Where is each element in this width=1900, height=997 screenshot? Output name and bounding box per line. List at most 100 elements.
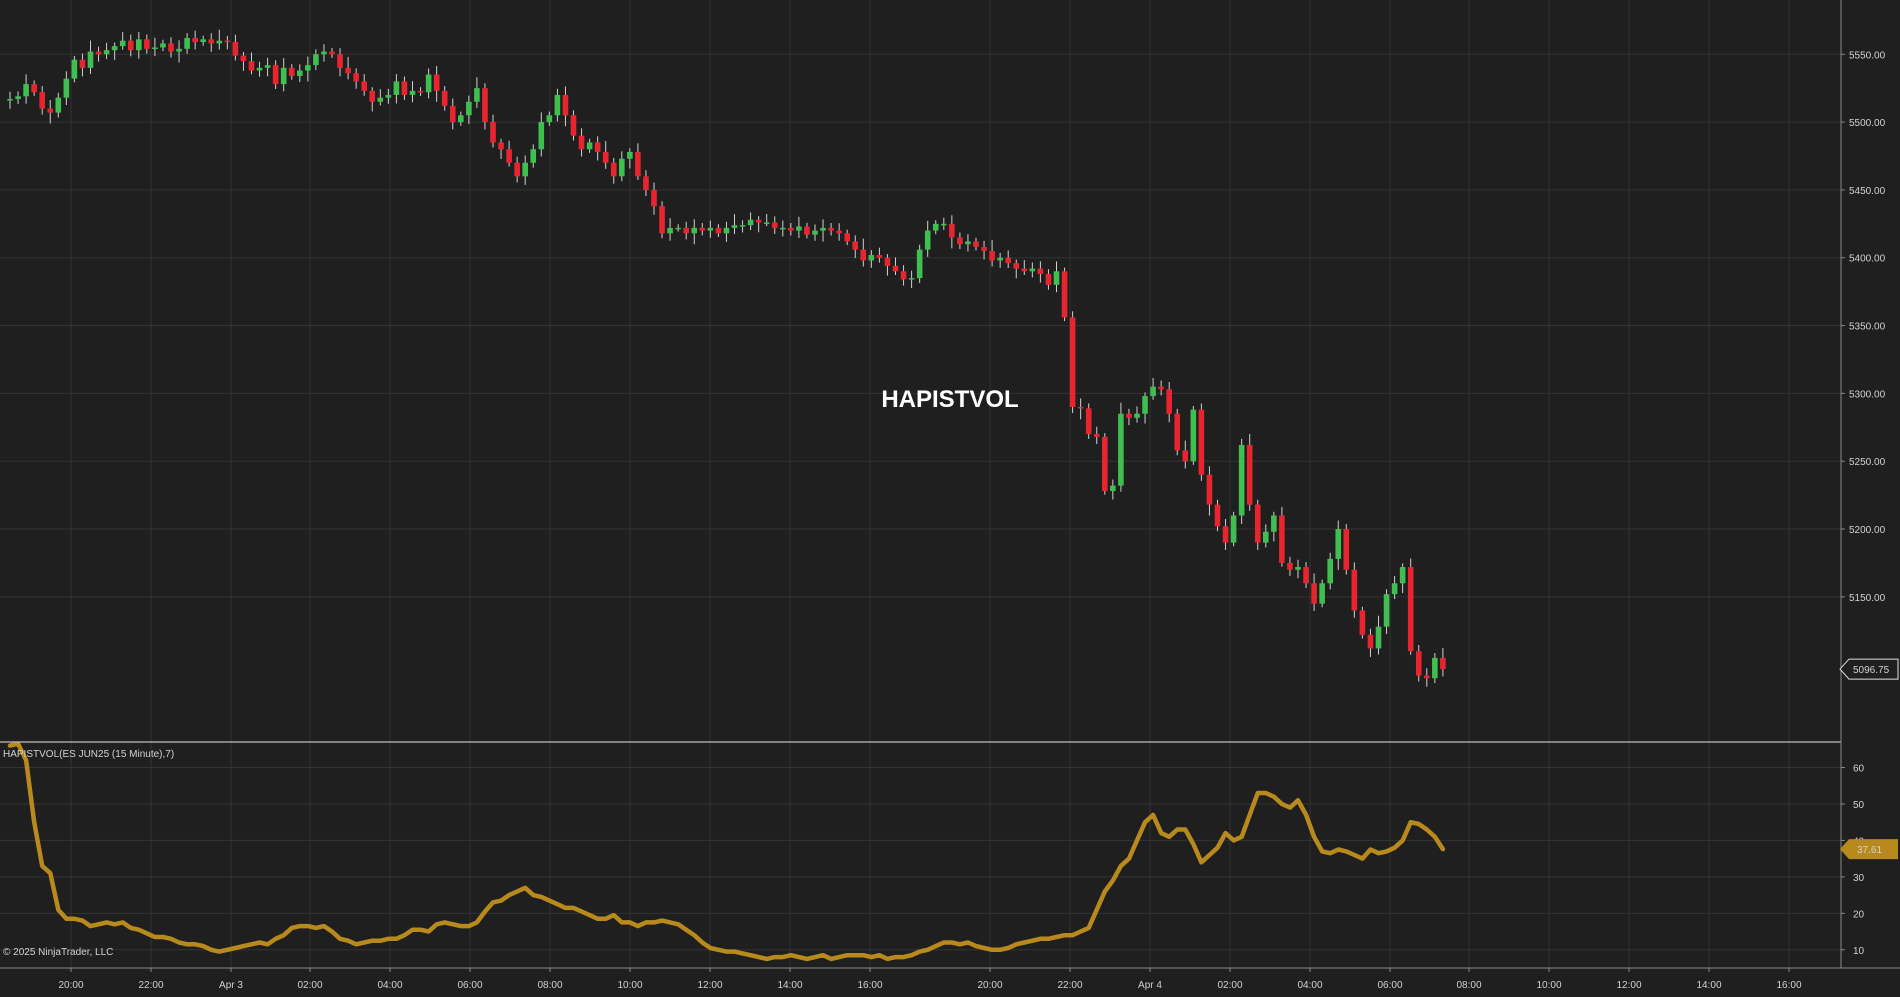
candle-body-up: [924, 230, 931, 250]
candle: [715, 224, 722, 237]
candle: [1415, 645, 1422, 682]
candle: [1174, 408, 1181, 456]
candle-body-down: [514, 162, 520, 177]
candle: [490, 114, 496, 148]
candle-body-down: [1279, 515, 1285, 563]
candle: [7, 91, 13, 109]
candle: [707, 220, 714, 238]
candle-body-up: [15, 96, 21, 100]
candle-body-down: [973, 241, 979, 247]
candle: [1343, 524, 1350, 575]
candle: [425, 68, 432, 99]
candle-body-up: [119, 40, 126, 47]
candle-body-up: [1029, 268, 1036, 272]
candle-body-down: [329, 51, 335, 55]
candle: [329, 47, 335, 58]
candle-body-down: [1021, 268, 1028, 272]
candle: [892, 257, 899, 275]
candle-body-down: [1102, 436, 1108, 492]
candle-body-up: [1383, 594, 1390, 627]
candle: [1118, 402, 1124, 492]
candle-body-down: [1246, 444, 1253, 505]
candle: [103, 42, 110, 60]
candle: [852, 235, 859, 259]
candle-body-up: [458, 115, 464, 123]
candle: [1311, 573, 1317, 611]
candle-body-up: [691, 227, 698, 234]
candle: [353, 68, 359, 89]
candle-body-down: [635, 151, 641, 177]
candle-body-up: [393, 81, 400, 95]
candle-body-up: [619, 158, 625, 177]
candle-body-down: [1351, 569, 1358, 611]
candle-body-up: [1432, 657, 1438, 679]
candle-body-up: [997, 257, 1003, 261]
candle-body-up: [321, 51, 327, 55]
candle: [95, 46, 102, 62]
candle-body-down: [828, 227, 834, 231]
candle-body-up: [1053, 271, 1060, 285]
time-tick-label: 20:00: [58, 980, 83, 991]
candle: [1077, 398, 1084, 420]
candle: [1102, 433, 1108, 495]
candle-body-up: [425, 74, 432, 93]
candle: [433, 66, 440, 102]
candle-body-down: [95, 51, 102, 55]
candle-body-down: [1126, 413, 1132, 418]
candle-body-down: [610, 162, 617, 177]
candle-body-down: [957, 237, 963, 245]
candle-body-up: [1150, 386, 1156, 397]
candle: [160, 39, 166, 52]
candle: [79, 53, 86, 77]
time-tick-label: Apr 3: [219, 980, 243, 991]
indicator-tick-label: 20: [1853, 909, 1865, 920]
candle-body-up: [763, 222, 770, 224]
candle: [1367, 628, 1374, 657]
candle-body-down: [602, 151, 609, 163]
candle: [63, 71, 70, 105]
indicator-panel[interactable]: [7, 741, 1446, 962]
candle-body-up: [409, 90, 416, 95]
candle-body-down: [433, 74, 440, 91]
price-tick-label: 5350.00: [1849, 322, 1886, 333]
candle: [651, 182, 657, 215]
candle: [1263, 524, 1269, 548]
price-tick-label: 5550.00: [1849, 50, 1886, 61]
chart-window[interactable]: 5550.00 5500.00 5450.00 5400.00 5350.00 5300.…: [0, 0, 1900, 997]
candle: [1335, 520, 1342, 570]
candle-body-up: [152, 47, 158, 49]
candle-body-down: [1440, 657, 1446, 670]
candle: [313, 49, 319, 70]
candle: [458, 111, 464, 126]
candle-body-up: [1335, 529, 1342, 559]
candle-body-up: [1271, 515, 1277, 532]
candle-body-up: [1263, 531, 1269, 543]
candle: [1110, 479, 1116, 500]
candle-body-up: [747, 219, 754, 226]
candle-body-down: [240, 55, 247, 62]
candle: [1142, 392, 1148, 424]
candle: [441, 86, 448, 111]
candle-body-down: [562, 94, 569, 116]
candle-body-down: [860, 249, 867, 261]
candle: [659, 201, 665, 239]
candle: [127, 34, 134, 57]
candle: [1279, 506, 1285, 567]
candle: [739, 220, 746, 233]
candle-body-down: [900, 271, 907, 280]
candle: [1053, 261, 1060, 293]
candle-body-down: [1367, 634, 1374, 649]
candle: [1246, 433, 1253, 511]
candle-body-up: [538, 122, 545, 150]
candle-body-down: [755, 219, 762, 223]
candle-body-down: [506, 149, 512, 163]
candle-body-up: [385, 94, 392, 98]
candle-body-down: [570, 115, 577, 136]
time-tick-label: 08:00: [1456, 980, 1481, 991]
candle-body-up: [160, 43, 166, 48]
time-tick-label: 08:00: [537, 980, 562, 991]
candle-body-down: [39, 92, 45, 109]
candle: [409, 81, 416, 103]
candle-body-down: [490, 122, 496, 143]
candle: [1254, 499, 1261, 550]
